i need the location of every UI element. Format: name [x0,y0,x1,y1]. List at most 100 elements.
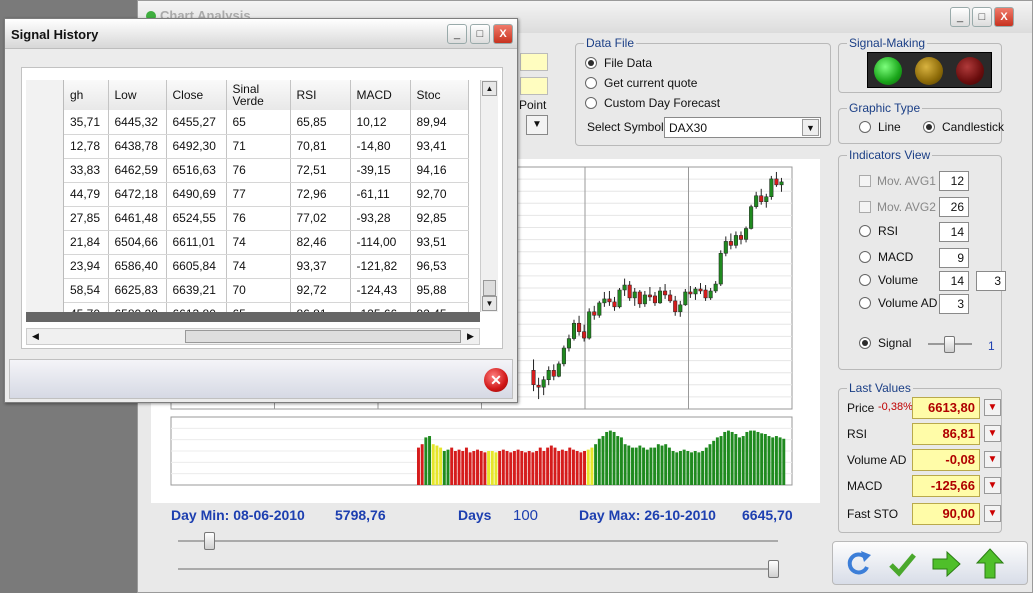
candle-body [749,206,754,229]
vertical-scrollbar[interactable]: ▲ ▼ [480,80,498,312]
radio-signal[interactable] [859,337,871,349]
current-quote-label: Get current quote [604,76,698,90]
horizontal-scrollbar[interactable]: ◀ ▶ [26,328,480,345]
volume-bar [450,447,454,485]
candle-body [612,301,617,308]
table-row[interactable]: 58,54 6625,83 6639,21 70 92,72 -124,43 95,88 [64,278,469,303]
table-cell: 6472,18 [108,182,167,207]
volume-input[interactable]: 14 [939,271,969,291]
column-header[interactable]: Close [166,80,227,110]
mov-avg1-label: Mov. AVG1 [877,174,936,188]
grid-body: gh Low Close Sinal Verde RSI MACD Stoc 35,71 64… [64,80,480,312]
volume-bar [708,444,712,485]
volume-ad-indicator-label: Volume AD [878,296,938,310]
mov-avg1-input[interactable]: 12 [939,171,969,191]
point-label: Point [519,98,547,112]
column-header[interactable]: Stoc [410,80,469,110]
column-header[interactable]: MACD [350,80,411,110]
mov-avg2-checkbox[interactable] [859,201,871,213]
volume-bar [446,449,450,485]
scroll-right-icon[interactable]: ▶ [463,329,478,344]
volume-bar [645,449,649,485]
macd-down-arrow-icon: ▼ [984,477,1001,494]
candlestick-label: Candlestick [942,120,1005,134]
signal-slider-thumb[interactable] [944,336,955,353]
column-header[interactable]: Sinal Verde [226,80,291,110]
close-history-icon[interactable]: ✕ [484,368,508,392]
table-cell: 6639,21 [166,278,227,303]
symbol-select[interactable]: DAX30 ▼ [664,117,821,138]
maximize-button[interactable]: □ [972,7,992,27]
arrow-right-icon[interactable] [927,545,965,583]
volume-bar [468,452,472,485]
volume-bar [583,451,587,485]
candle-body [728,241,733,246]
radio-current-quote[interactable] [585,77,597,89]
hidden-field-1[interactable] [520,53,548,71]
table-cell: 6524,55 [166,206,227,231]
radio-file-data[interactable] [585,57,597,69]
table-row[interactable]: 33,83 6462,59 6516,63 76 72,51 -39,15 94,16 [64,158,469,183]
volume-bar [586,449,590,485]
hidden-dropdown-arrow[interactable]: ▼ [526,115,548,135]
chevron-down-icon[interactable]: ▼ [802,119,819,136]
scroll-up-icon[interactable]: ▲ [482,81,497,96]
candle-body [733,235,738,246]
column-header[interactable]: RSI [290,80,351,110]
check-icon[interactable] [883,545,921,583]
radio-custom-forecast[interactable] [585,97,597,109]
radio-volume-ad[interactable] [859,297,871,309]
candle-body [708,290,713,299]
radio-volume[interactable] [859,274,871,286]
mov-avg1-checkbox[interactable] [859,175,871,187]
history-grid: gh Low Close Sinal Verde RSI MACD Stoc 35,71 64… [21,67,503,349]
volume-bar [442,451,446,485]
volume-bar [638,445,642,485]
scroll-left-icon[interactable]: ◀ [28,329,43,344]
mov-avg2-input[interactable]: 26 [939,197,969,217]
macd-input[interactable]: 9 [939,248,969,268]
hidden-field-2[interactable] [520,77,548,95]
sig-minimize-button[interactable]: _ [447,24,467,44]
radio-candlestick[interactable] [923,121,935,133]
price-label: Price [847,401,875,415]
table-row[interactable]: 44,79 6472,18 6490,69 77 72,96 -61,11 92,70 [64,182,469,207]
candle-body [541,379,546,388]
horizontal-scroll-thumb[interactable] [185,330,461,343]
table-row[interactable]: 12,78 6438,78 6492,30 71 70,81 -14,80 93,41 [64,134,469,159]
table-row[interactable]: 21,84 6504,66 6611,01 74 82,46 -114,00 93,51 [64,230,469,255]
volume-input-2[interactable]: 3 [976,271,1006,291]
candle-body [673,300,678,313]
table-cell: 65 [226,110,291,135]
volume-bar [745,431,749,485]
refresh-icon[interactable] [839,545,877,583]
sig-close-button[interactable]: X [493,24,513,44]
end-slider-thumb[interactable] [768,560,779,578]
radio-rsi[interactable] [859,225,871,237]
column-header[interactable]: gh [64,80,109,110]
close-button[interactable]: X [994,7,1014,27]
radio-line[interactable] [859,121,871,133]
start-slider-thumb[interactable] [204,532,215,550]
rsi-input[interactable]: 14 [939,222,969,242]
volume-bar [660,445,664,485]
minimize-button[interactable]: _ [950,7,970,27]
radio-macd[interactable] [859,251,871,263]
table-cell: 6490,69 [166,182,227,207]
scroll-down-icon[interactable]: ▼ [482,296,497,311]
sig-maximize-button[interactable]: □ [470,24,490,44]
table-row[interactable]: 27,85 6461,48 6524,55 76 77,02 -93,28 92,85 [64,206,469,231]
table-row[interactable]: 23,94 6586,40 6605,84 74 93,37 -121,82 96,53 [64,254,469,279]
table-row[interactable]: 35,71 6445,32 6455,27 65 65,85 10,12 89,94 [64,110,469,135]
table-cell: 92,45 [410,302,469,312]
volume-bar [490,451,494,485]
volume-bar [431,444,435,485]
volume-ad-input[interactable]: 3 [939,294,969,314]
volume-ad-value: -0,08 [912,449,980,471]
arrow-up-icon[interactable] [971,545,1009,583]
table-cell: 94,16 [410,158,469,183]
vertical-scroll-thumb[interactable] [483,280,496,296]
column-header[interactable]: Low [108,80,167,110]
table-row[interactable]: 45,706580,286613,806586,81-125,6692,45 [64,302,469,312]
table-cell: 58,54 [64,278,109,303]
